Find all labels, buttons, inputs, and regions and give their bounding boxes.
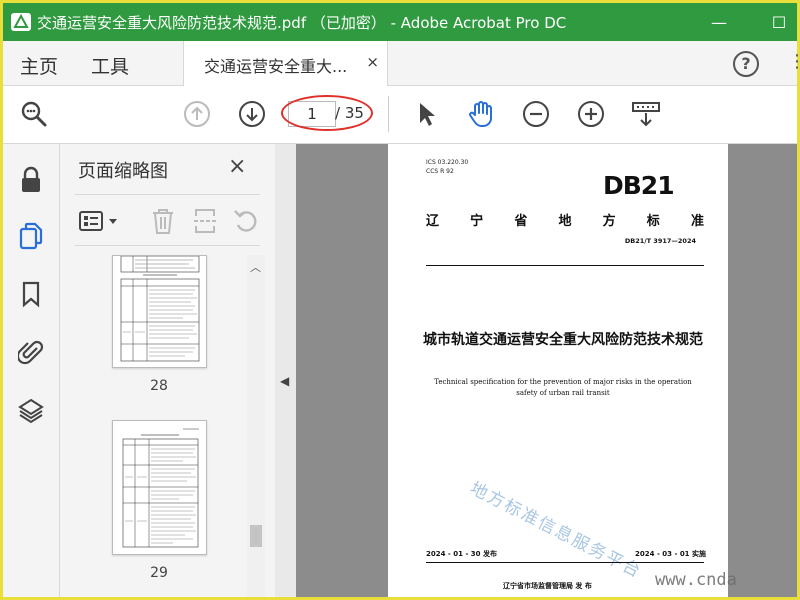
standard-number: DB21/T 3917—2024 xyxy=(624,237,696,245)
thumbnail-page-number: 28 xyxy=(150,378,168,394)
left-nav-rail xyxy=(3,144,60,597)
search-icon[interactable] xyxy=(18,98,50,130)
standard-logo: DB21 xyxy=(603,171,675,200)
scrollbar-thumb[interactable] xyxy=(250,525,262,547)
page-thumbnails-icon[interactable] xyxy=(15,220,47,252)
next-page-icon[interactable] xyxy=(236,98,268,130)
layers-icon[interactable] xyxy=(15,395,47,427)
document-tab[interactable]: 交通运营安全重大... × xyxy=(183,41,388,86)
panel-splitter[interactable]: ◀ xyxy=(275,144,296,597)
footer-rule xyxy=(426,562,704,563)
thumbnail-page-number: 29 xyxy=(150,565,168,581)
thumbnail-list: 28 29 xyxy=(60,248,252,597)
select-cursor-icon[interactable] xyxy=(410,98,442,130)
menu-bar: 主页 工具 交通运营安全重大... × ? ⋮ xyxy=(3,41,800,86)
document-view[interactable]: ICS 03.220.30 CCS R 92 DB21 辽 宁 省 地 方 标 … xyxy=(296,144,797,597)
more-menu-icon[interactable]: ⋮ xyxy=(788,51,800,72)
page-watermark: 地方标准信息服务平台 xyxy=(466,478,646,583)
lock-icon[interactable] xyxy=(15,164,47,196)
menu-tools[interactable]: 工具 xyxy=(91,52,129,79)
zoom-out-icon[interactable] xyxy=(520,98,552,130)
minimize-button[interactable]: — xyxy=(708,11,730,33)
toolbar: 1 / 35 xyxy=(3,86,797,144)
site-watermark: www.cnda xyxy=(655,570,737,590)
bookmark-icon[interactable] xyxy=(15,278,47,310)
delete-page-icon[interactable] xyxy=(150,207,176,235)
thumbnail-options-icon[interactable] xyxy=(78,207,122,235)
document-tab-close-icon[interactable]: × xyxy=(366,53,379,71)
panel-title: 页面缩略图 xyxy=(78,161,168,182)
page-thumbnail[interactable] xyxy=(112,420,207,555)
implementation-date: 2024 - 03 - 01 实施 xyxy=(635,550,706,558)
document-title-cn: 城市轨道交通运营安全重大风险防范技术规范 xyxy=(423,332,703,348)
previous-page-icon[interactable] xyxy=(181,98,213,130)
release-date: 2024 - 01 - 30 发布 xyxy=(426,550,497,558)
panel-close-icon[interactable]: × xyxy=(228,154,246,179)
attachment-icon[interactable] xyxy=(15,335,47,367)
ccs-code: CCS R 92 xyxy=(426,168,454,175)
thumbnail-scrollbar[interactable]: ︿ xyxy=(247,255,265,597)
help-icon[interactable]: ? xyxy=(733,51,759,77)
extract-page-icon[interactable] xyxy=(192,207,218,235)
window-title: 交通运营安全重大风险防范技术规范.pdf （已加密） - Adobe Acrob… xyxy=(37,14,567,32)
document-title-en: Technical specification for the preventi… xyxy=(434,378,692,397)
header-rule xyxy=(426,265,704,266)
standard-type: 辽 宁 省 地 方 标 准 xyxy=(426,214,704,229)
scroll-up-arrow-icon[interactable]: ︿ xyxy=(250,259,261,275)
publisher: 辽宁省市场监督管理局 发 布 xyxy=(503,582,592,590)
page-number-input[interactable]: 1 xyxy=(288,101,336,127)
collapse-panel-icon[interactable]: ◀ xyxy=(280,374,289,388)
document-tab-label: 交通运营安全重大... xyxy=(204,57,348,76)
title-bar: 交通运营安全重大风险防范技术规范.pdf （已加密） - Adobe Acrob… xyxy=(3,3,797,41)
maximize-button[interactable]: ☐ xyxy=(768,11,790,33)
pdf-page: ICS 03.220.30 CCS R 92 DB21 辽 宁 省 地 方 标 … xyxy=(388,144,728,597)
zoom-in-icon[interactable] xyxy=(575,98,607,130)
scroll-mode-icon[interactable] xyxy=(630,98,662,130)
ics-code: ICS 03.220.30 xyxy=(426,159,469,166)
panel-toolbar xyxy=(75,194,260,246)
toolbar-divider xyxy=(388,96,389,132)
acrobat-app-icon xyxy=(11,13,31,31)
page-thumbnails-panel: 页面缩略图 × 28 29 xyxy=(60,144,275,597)
page-thumbnail[interactable] xyxy=(112,255,207,368)
menu-home[interactable]: 主页 xyxy=(20,52,58,79)
hand-tool-icon[interactable] xyxy=(465,98,497,130)
rotate-page-icon[interactable] xyxy=(232,207,260,235)
page-total: / 35 xyxy=(335,104,364,122)
